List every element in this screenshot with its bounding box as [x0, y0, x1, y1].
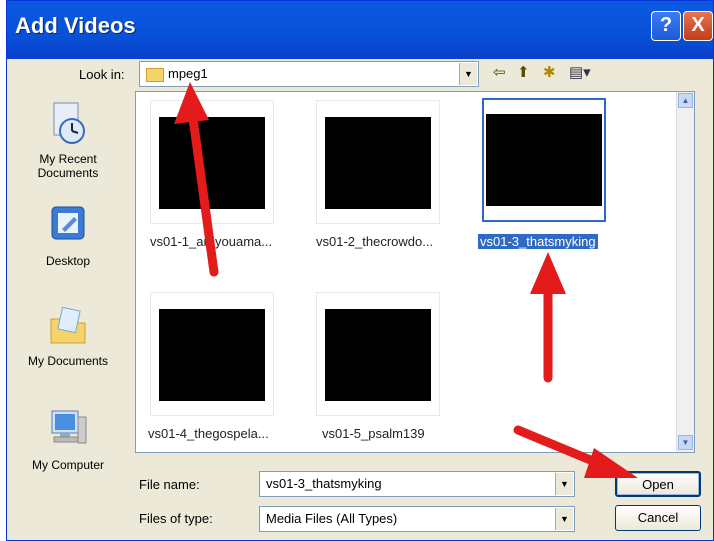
files-of-type-label: Files of type:: [139, 511, 213, 526]
place-my-documents[interactable]: My Documents: [13, 303, 123, 368]
video-thumbnail: [325, 309, 431, 401]
look-in-label: Look in:: [79, 67, 125, 82]
place-label: Desktop: [45, 254, 91, 268]
files-of-type-dropdown[interactable]: Media Files (All Types) ▼: [259, 506, 575, 532]
file-thumbnail[interactable]: [150, 292, 274, 416]
file-name-caption[interactable]: vs01-5_psalm139: [322, 426, 425, 441]
scroll-up-icon[interactable]: ▲: [678, 93, 693, 108]
vertical-scrollbar[interactable]: ▲ ▼: [676, 92, 694, 452]
file-name-label: File name:: [139, 477, 200, 492]
file-thumbnail[interactable]: [150, 100, 274, 224]
close-button[interactable]: X: [683, 11, 713, 41]
my-documents-icon: [50, 306, 86, 344]
desktop-icon: [51, 206, 85, 240]
views-menu-icon[interactable]: ▤▾: [569, 63, 591, 81]
place-label: My Recent Documents: [37, 152, 99, 180]
recent-documents-icon: [53, 102, 85, 144]
file-name-value: vs01-3_thatsmyking: [266, 476, 382, 491]
scroll-down-icon[interactable]: ▼: [678, 435, 693, 450]
file-name-field[interactable]: vs01-3_thatsmyking ▼: [259, 471, 575, 497]
look-in-dropdown[interactable]: mpeg1 ▼: [139, 61, 479, 87]
video-thumbnail: [159, 117, 265, 209]
back-icon[interactable]: ⇦: [493, 63, 506, 81]
chevron-down-icon[interactable]: ▼: [555, 508, 573, 530]
place-desktop[interactable]: Desktop: [13, 203, 123, 268]
place-my-computer[interactable]: My Computer: [13, 407, 123, 472]
add-videos-dialog: Add Videos ? X Look in: mpeg1 ▼ ⇦ ⬆ ✱ ▤▾…: [6, 0, 714, 541]
file-thumbnail[interactable]: [316, 292, 440, 416]
look-in-value: mpeg1: [168, 66, 208, 81]
title-bar[interactable]: Add Videos ? X: [7, 1, 713, 59]
chevron-down-icon[interactable]: ▼: [459, 63, 477, 85]
place-recent-documents[interactable]: My Recent Documents: [13, 101, 123, 180]
file-name-caption[interactable]: vs01-1_areyouama...: [150, 234, 272, 249]
my-computer-icon: [51, 410, 87, 444]
video-thumbnail: [325, 117, 431, 209]
cancel-button[interactable]: Cancel: [615, 505, 701, 531]
chevron-down-icon[interactable]: ▼: [555, 473, 573, 495]
dialog-title: Add Videos: [15, 13, 136, 38]
new-folder-icon[interactable]: ✱: [543, 63, 556, 81]
file-name-caption-selected[interactable]: vs01-3_thatsmyking: [478, 234, 598, 249]
file-thumbnail[interactable]: [316, 100, 440, 224]
up-folder-icon[interactable]: ⬆: [517, 63, 530, 81]
video-thumbnail: [159, 309, 265, 401]
folder-icon: [146, 68, 164, 82]
help-button[interactable]: ?: [651, 11, 681, 41]
file-name-caption[interactable]: vs01-2_thecrowdo...: [316, 234, 433, 249]
place-label: My Documents: [27, 354, 109, 368]
video-thumbnail: [486, 114, 602, 206]
file-name-caption[interactable]: vs01-4_thegospela...: [148, 426, 269, 441]
places-bar: My Recent Documents Desktop My Documents: [13, 91, 123, 511]
place-label: My Computer: [31, 458, 105, 472]
file-thumbnail-selected[interactable]: [482, 98, 606, 222]
files-of-type-value: Media Files (All Types): [266, 511, 398, 526]
open-button[interactable]: Open: [615, 471, 701, 497]
file-list[interactable]: vs01-1_areyouama... vs01-2_thecrowdo... …: [135, 91, 695, 453]
